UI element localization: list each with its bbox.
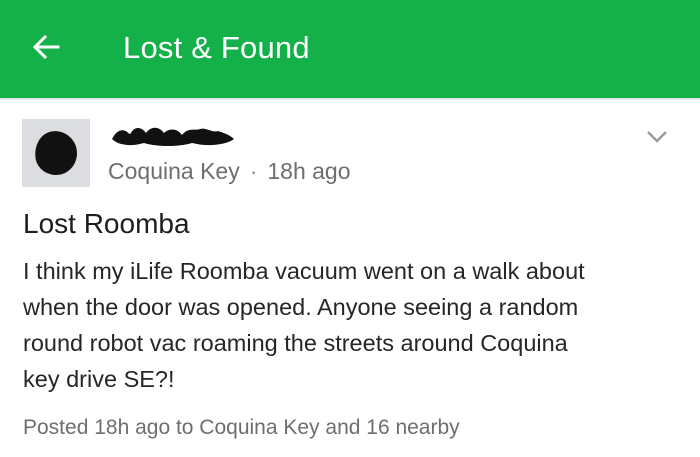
post-body-line: I think my iLife Roomba vacuum went on a… [23, 258, 585, 284]
post-body: I think my iLife Roomba vacuum went on a… [23, 253, 673, 397]
post-title: Lost Roomba [23, 208, 190, 239]
post-time: 18h ago [267, 158, 351, 184]
post-meta: Coquina Key · 18h ago [108, 158, 351, 185]
app-bar: Lost & Found [0, 0, 700, 98]
post-menu-button[interactable] [640, 122, 674, 156]
arrow-left-icon [32, 34, 60, 65]
post-body-line: round robot vac roaming the streets arou… [23, 330, 568, 356]
author-name-redacted[interactable] [108, 121, 238, 149]
avatar[interactable] [22, 119, 90, 187]
post-footer[interactable]: Posted 18h ago to Coquina Key and 16 nea… [23, 416, 460, 440]
header-divider [0, 98, 700, 100]
meta-separator: · [249, 158, 258, 184]
page-title: Lost & Found [123, 30, 310, 65]
chevron-down-icon [646, 130, 668, 149]
avatar-redaction [32, 128, 80, 178]
post-body-line: key drive SE?! [23, 366, 175, 392]
post-body-line: when the door was opened. Anyone seeing … [23, 294, 579, 320]
back-button[interactable] [26, 29, 66, 69]
neighborhood-link[interactable]: Coquina Key [108, 158, 240, 184]
